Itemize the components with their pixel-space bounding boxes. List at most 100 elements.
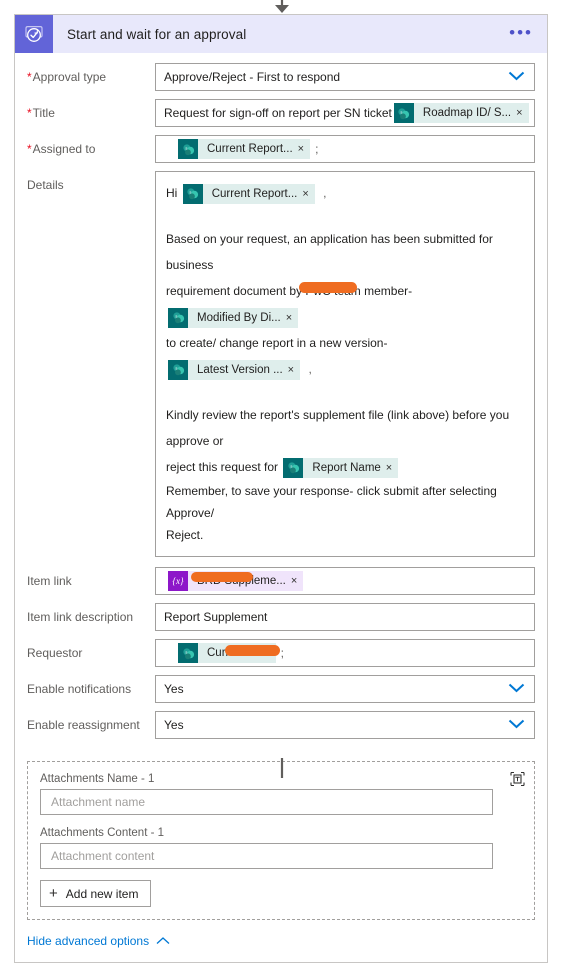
title-input[interactable]: Request for sign-off on report per SN ti… xyxy=(155,99,535,127)
token-modified-by[interactable]: s Modified By Di... × xyxy=(168,305,299,331)
token-remove-button[interactable]: × xyxy=(291,575,303,587)
svg-text:s: s xyxy=(190,190,192,195)
enable-reassignment-select[interactable]: Yes xyxy=(155,711,535,739)
sharepoint-icon: s xyxy=(168,307,188,328)
approval-type-select[interactable]: Approve/Reject - First to respond xyxy=(155,63,535,91)
token-latest-version[interactable]: s Latest Version ... × xyxy=(168,357,301,383)
details-line-3: requirement document by PwC team member-… xyxy=(166,278,524,330)
details-line-7: Remember, to save your response- click s… xyxy=(166,484,497,520)
details-line-4: to create/ change report in a new versio… xyxy=(166,330,524,382)
details-line4-comma: , xyxy=(308,362,312,376)
redaction-mark-3 xyxy=(225,645,280,656)
enable-notifications-value: Yes xyxy=(164,682,184,696)
label-enable-notifications: Enable notifications xyxy=(27,682,132,696)
token-remove-button[interactable]: × xyxy=(516,107,528,119)
requestor-separator: ; xyxy=(280,646,284,660)
sharepoint-icon: s xyxy=(182,183,203,204)
token-remove-button[interactable]: × xyxy=(288,357,300,383)
attachments-name-input[interactable]: Attachment name xyxy=(40,789,493,815)
sharepoint-icon: s xyxy=(393,103,414,123)
svg-text:s: s xyxy=(175,314,177,319)
label-item-link-description: Item link description xyxy=(27,610,134,624)
token-remove-button[interactable]: × xyxy=(298,143,310,155)
sharepoint-icon: s xyxy=(283,457,304,478)
details-line6-prefix: reject this request for xyxy=(166,460,279,474)
requestor-input[interactable]: s Current ... × ; xyxy=(155,639,535,667)
add-new-item-label: Add new item xyxy=(65,886,139,901)
chevron-down-icon xyxy=(508,718,525,732)
svg-text:s: s xyxy=(175,366,177,371)
details-comma: , xyxy=(323,186,327,200)
item-link-description-value: Report Supplement xyxy=(164,610,268,624)
enable-reassignment-value: Yes xyxy=(164,718,184,732)
item-link-input[interactable]: {x} BRD Suppleme... × xyxy=(155,567,535,595)
token-label: Report Name xyxy=(312,461,381,474)
field-row-requestor: Requestor s Current ... × ; xyxy=(27,639,535,667)
field-row-approval-type: *Approval type Approve/Reject - First to… xyxy=(27,63,535,91)
token-report-name[interactable]: s Report Name × xyxy=(283,455,399,481)
assigned-to-separator: ; xyxy=(315,142,319,156)
attachments-content-input[interactable]: Attachment content xyxy=(40,843,493,869)
enable-notifications-select[interactable]: Yes xyxy=(155,675,535,703)
assigned-to-input[interactable]: s Current Report... × ; xyxy=(155,135,535,163)
card-header[interactable]: Start and wait for an approval ••• xyxy=(15,15,547,53)
details-line-2: Based on your request, an application ha… xyxy=(166,232,493,272)
card-body: *Approval type Approve/Reject - First to… xyxy=(15,53,547,751)
details-greeting: Hi xyxy=(166,186,178,200)
sharepoint-icon: s xyxy=(178,643,198,663)
token-label: Roadmap ID/ S... xyxy=(422,107,512,119)
approval-checkmark-icon xyxy=(15,15,53,53)
field-row-title: *Title Request for sign-off on report pe… xyxy=(27,99,535,127)
token-requestor-current[interactable]: s Current ... × xyxy=(178,643,280,663)
details-richtext-editor[interactable]: Hi s Current Report... × , Based on your… xyxy=(155,171,535,557)
card-overflow-menu-button[interactable]: ••• xyxy=(509,24,533,41)
card-title: Start and wait for an approval xyxy=(67,26,247,42)
required-indicator: * xyxy=(27,142,32,156)
approval-action-card: Start and wait for an approval ••• *Appr… xyxy=(14,14,548,963)
token-brd-supplement[interactable]: {x} BRD Suppleme... × xyxy=(168,571,304,591)
chevron-down-icon xyxy=(508,682,525,696)
variable-icon: {x} xyxy=(168,571,188,591)
redaction-mark-1 xyxy=(299,282,358,293)
required-indicator: * xyxy=(27,70,32,84)
token-remove-button[interactable]: × xyxy=(386,455,398,481)
attachments-content-label: Attachments Content - 1 xyxy=(40,827,165,839)
token-remove-button[interactable]: × xyxy=(286,305,298,331)
svg-text:s: s xyxy=(401,109,403,114)
field-row-enable-reassignment: Enable reassignment Yes xyxy=(27,711,535,739)
token-label: Current Report... xyxy=(207,143,293,155)
label-assigned-to: *Assigned to xyxy=(27,142,96,156)
token-remove-button[interactable]: × xyxy=(302,181,314,207)
details-line3-prefix: requirement document by xyxy=(166,284,303,298)
details-line-8: Reject. xyxy=(166,528,204,542)
label-approval-type: *Approval type xyxy=(27,70,107,84)
field-row-item-link: Item link {x} BRD Suppleme... × xyxy=(27,567,535,595)
sharepoint-icon: s xyxy=(168,359,188,380)
field-row-details: Details Hi s Current Report... × , Based… xyxy=(27,171,535,557)
label-item-link: Item link xyxy=(27,574,72,588)
field-row-assigned-to: *Assigned to s Current Report... × ; xyxy=(27,135,535,163)
label-title: *Title xyxy=(27,106,55,120)
token-current-report-details[interactable]: s Current Report... × xyxy=(182,181,315,207)
hide-advanced-options-link[interactable]: Hide advanced options xyxy=(27,934,170,948)
token-current-report-assigned[interactable]: s Current Report... × xyxy=(178,139,311,159)
item-link-description-input[interactable]: Report Supplement xyxy=(155,603,535,631)
title-text: Request for sign-off on report per SN ti… xyxy=(164,106,392,120)
details-line-5: Kindly review the report's supplement fi… xyxy=(166,408,510,448)
flow-connector-arrow-top xyxy=(275,0,289,13)
attachments-group: Attachments Name - 1 Attachment name Att… xyxy=(27,761,535,920)
svg-text:s: s xyxy=(290,464,292,469)
add-new-item-button[interactable]: + Add new item xyxy=(40,880,152,907)
required-indicator: * xyxy=(27,106,32,120)
plus-icon: + xyxy=(49,885,58,902)
svg-text:s: s xyxy=(185,649,187,654)
token-roadmap-id[interactable]: s Roadmap ID/ S... × xyxy=(393,103,529,123)
label-details: Details xyxy=(27,178,64,192)
token-label: Modified By Di... xyxy=(197,311,281,324)
token-label: Latest Version ... xyxy=(197,363,283,376)
hide-advanced-options-label: Hide advanced options xyxy=(27,934,150,948)
field-row-item-link-description: Item link description Report Supplement xyxy=(27,603,535,631)
label-requestor: Requestor xyxy=(27,646,83,660)
details-line4-prefix: to create/ change report in a new versio… xyxy=(166,336,388,350)
details-line-6: reject this request for s Report Name × xyxy=(166,454,524,480)
